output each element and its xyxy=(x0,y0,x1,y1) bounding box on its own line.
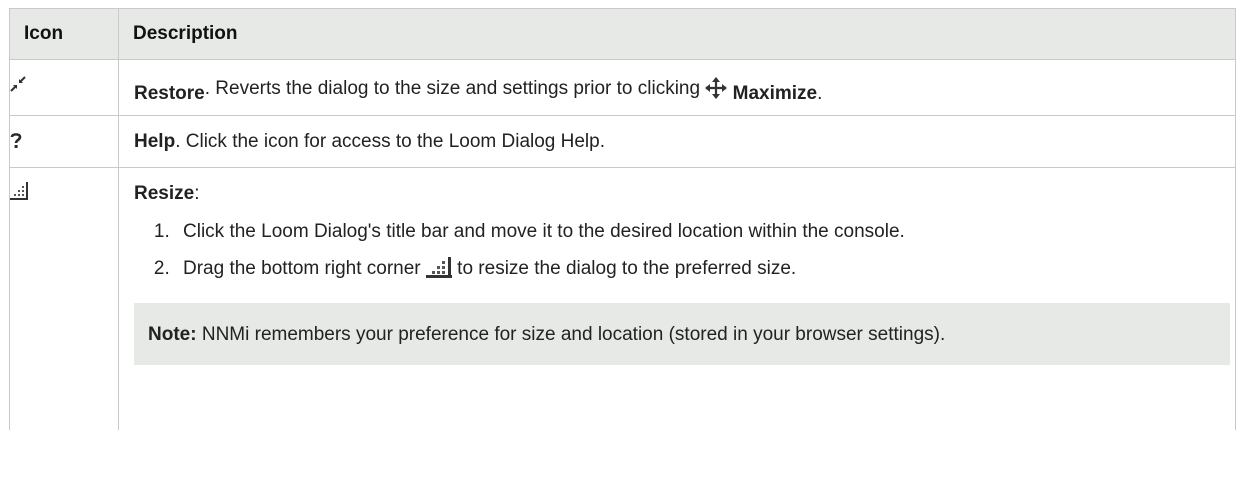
table-row: Restore. Reverts the dialog to the size … xyxy=(9,59,1236,116)
restore-icon xyxy=(10,76,26,97)
icon-cell xyxy=(9,59,119,116)
resize-grip-icon xyxy=(10,182,28,205)
note-text: NNMi remembers your preference for size … xyxy=(196,324,946,345)
maximize-icon xyxy=(705,77,728,106)
resize-grip-icon xyxy=(425,257,452,286)
maximize-link[interactable]: Maximize xyxy=(733,83,817,104)
header-icon: Icon xyxy=(9,8,119,60)
icon-description-table: Icon Description Restore. Reverts the di… xyxy=(9,8,1236,430)
list-item: Click the Loom Dialog's title bar and mo… xyxy=(175,220,1235,244)
restore-text: . Reverts the dialog to the size and set… xyxy=(204,78,706,99)
note-label: Note: xyxy=(148,324,197,345)
help-title: Help xyxy=(134,131,176,152)
restore-title: Restore xyxy=(134,83,205,104)
description-cell: Resize: Click the Loom Dialog's title ba… xyxy=(118,167,1236,430)
note-box: Note: NNMi remembers your preference for… xyxy=(134,303,1230,365)
table-header-row: Icon Description xyxy=(9,8,1236,60)
help-text: . Click the icon for access to the Loom … xyxy=(175,131,605,152)
resize-title-suffix: : xyxy=(194,183,200,204)
icon-cell xyxy=(9,167,119,430)
table-row: Help. Click the icon for access to the L… xyxy=(9,115,1236,168)
resize-title: Resize xyxy=(134,183,195,204)
list-item: Drag the bottom right corner xyxy=(175,257,1235,286)
step-text-after: to resize the dialog to the preferred si… xyxy=(451,258,797,279)
description-cell: Help. Click the icon for access to the L… xyxy=(118,115,1236,168)
resize-steps: Click the Loom Dialog's title bar and mo… xyxy=(134,220,1235,286)
step-text-before: Drag the bottom right corner xyxy=(183,258,426,279)
icon-cell xyxy=(9,115,119,168)
help-icon xyxy=(10,132,22,154)
header-description: Description xyxy=(118,8,1236,60)
description-cell: Restore. Reverts the dialog to the size … xyxy=(118,59,1236,116)
restore-end: . xyxy=(817,83,823,104)
table-row: Resize: Click the Loom Dialog's title ba… xyxy=(9,167,1236,430)
